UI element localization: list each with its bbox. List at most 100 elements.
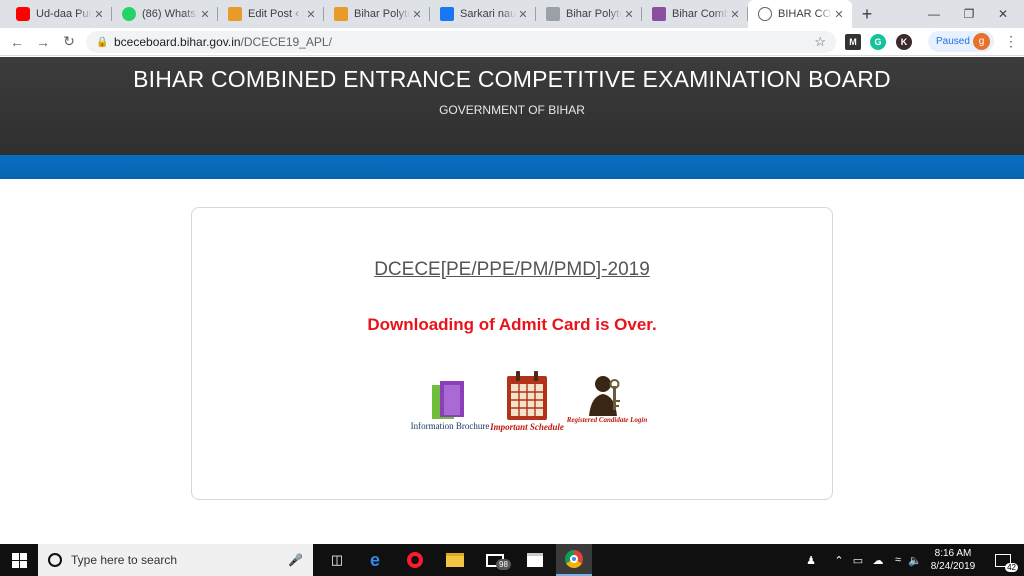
profile-button[interactable]: Paused g [928,31,994,52]
site-title: BIHAR COMBINED ENTRANCE COMPETITIVE EXAM… [133,66,891,92]
mail-badge: 98 [496,559,511,570]
people-icon[interactable]: ♟ [802,544,820,576]
login-label: Registered Candidate Login [566,416,648,424]
tray-chevron-icon[interactable]: ⌃ [832,544,846,576]
tab-close-icon[interactable]: ✕ [622,8,636,21]
tab-close-icon[interactable]: ✕ [832,8,846,21]
microphone-icon[interactable]: 🎤 [288,553,303,567]
menu-icon[interactable]: ⋮ [1004,33,1018,50]
notification-count: 42 [1005,563,1018,572]
tab-close-icon[interactable]: ✕ [198,8,212,21]
clock-date: 8/24/2019 [930,561,976,572]
extension-k-icon[interactable]: K [896,34,912,50]
taskbar-search-input[interactable]: Type here to search 🎤 [38,544,313,576]
tab-title: (86) WhatsApp [142,8,198,20]
task-view-icon[interactable]: ◫ [320,544,354,576]
tab-close-icon[interactable]: ✕ [304,8,318,21]
extension-m-label: M [849,37,857,47]
forward-icon[interactable]: → [30,29,56,55]
file-explorer-icon[interactable] [438,544,472,576]
grammarly-icon[interactable]: G [870,34,886,50]
windows-logo-icon [11,552,27,568]
site-icon [334,7,348,21]
browser-tab[interactable]: Sarkari naukri✕ [430,0,536,28]
opera-ring-icon [407,552,423,568]
extension-m-icon[interactable]: M [845,34,861,50]
avatar: g [973,33,990,50]
site-icon [652,7,666,21]
back-icon[interactable]: ← [4,29,30,55]
browser-tab[interactable]: Bihar Polytechnic✕ [324,0,430,28]
reload-icon[interactable]: ↻ [56,29,82,55]
browser-tab[interactable]: (86) WhatsApp✕ [112,0,218,28]
browser-tab[interactable]: Ud-daa Punjab✕ [6,0,112,28]
tab-title: Bihar Polytechnic [354,8,410,20]
onedrive-icon[interactable]: ☁ [870,544,886,576]
volume-icon[interactable]: 🔈 [907,544,923,576]
browser-tab[interactable]: Bihar Combined✕ [642,0,748,28]
address-path: /DCECE19_APL/ [240,35,332,49]
mail-icon[interactable]: 98 [478,544,512,576]
whatsapp-icon [122,7,136,21]
bag-icon [527,553,543,567]
calendar-icon [507,371,547,420]
user-login-icon [589,376,620,416]
globe-icon [758,7,772,21]
tab-close-icon[interactable]: ✕ [728,8,742,21]
browser-tab[interactable]: BIHAR COMBINED✕ [748,0,852,28]
profile-status: Paused [936,36,970,47]
tab-list: Ud-daa Punjab✕(86) WhatsApp✕Edit Post ‹ … [6,0,852,28]
schedule-label: Important Schedule [490,422,564,432]
cortana-icon [48,553,62,567]
windows-start-icon[interactable] [0,544,38,576]
candidate-login-link[interactable]: Registered Candidate Login [564,374,650,424]
store-icon[interactable] [518,544,552,576]
chrome-center-icon [570,555,578,563]
opera-icon[interactable] [398,544,432,576]
tab-title: Bihar Polytechnic [566,8,622,20]
nav-band [0,155,1024,179]
edge-icon[interactable]: e [358,544,392,576]
tab-close-icon[interactable]: ✕ [516,8,530,21]
exam-title: DCECE[PE/PPE/PM/PMD]-2019 [374,259,650,280]
tab-title: Bihar Combined [672,8,728,20]
brochure-label: Information Brochure [410,421,490,431]
tab-strip: Ud-daa Punjab✕(86) WhatsApp✕Edit Post ‹ … [0,0,1024,28]
tab-close-icon[interactable]: ✕ [92,8,106,21]
folder-icon [446,553,464,567]
chrome-taskbar-icon[interactable] [556,544,592,576]
wifi-icon[interactable]: ≈ [890,544,906,576]
notification-center-icon[interactable]: 42 [988,544,1018,576]
chrome-logo-icon [565,550,583,568]
brochure-icon [432,381,464,419]
information-brochure-link[interactable]: Information Brochure [410,379,490,431]
facebook-icon [440,7,454,21]
content-card: DCECE[PE/PPE/PM/PMD]-2019 Downloading of… [191,207,833,500]
site-subtitle: GOVERNMENT OF BIHAR [439,103,585,117]
important-schedule-link[interactable]: Important Schedule [490,370,564,432]
clock-time: 8:16 AM [934,548,972,559]
address-domain: bceceboard.bihar.gov.in [114,35,241,49]
browser-tab[interactable]: Bihar Polytechnic✕ [536,0,642,28]
tab-title: BIHAR COMBINED [778,8,832,20]
battery-icon[interactable]: ▭ [850,544,866,576]
tab-title: Edit Post ‹ Sarkari [248,8,304,20]
search-placeholder: Type here to search [71,553,178,567]
lock-icon: 🔒 [96,36,109,48]
taskbar: Type here to search 🎤 ◫ e 98 ♟ ⌃ ▭ ☁ ≈ 🔈… [0,544,1024,576]
address-bar[interactable]: 🔒 bceceboard.bihar.gov.in/DCECE19_APL/ ☆ [86,31,836,53]
tab-close-icon[interactable]: ✕ [410,8,424,21]
admit-card-notice: Downloading of Admit Card is Over. [367,315,657,334]
close-window-icon[interactable]: ✕ [980,0,1024,28]
taskbar-clock[interactable]: 8:16 AM 8/24/2019 [924,547,982,573]
youtube-icon [16,7,30,21]
tab-title: Sarkari naukri [460,8,516,20]
browser-tab[interactable]: Edit Post ‹ Sarkari✕ [218,0,324,28]
new-tab-button[interactable]: + [852,0,882,28]
site-header: BIHAR COMBINED ENTRANCE COMPETITIVE EXAM… [0,57,1024,155]
bookmark-star-icon[interactable]: ☆ [814,34,826,50]
grammarly-label: G [874,37,882,47]
extension-k-label: K [900,37,908,47]
site-icon [228,7,242,21]
site-icon [546,7,560,21]
